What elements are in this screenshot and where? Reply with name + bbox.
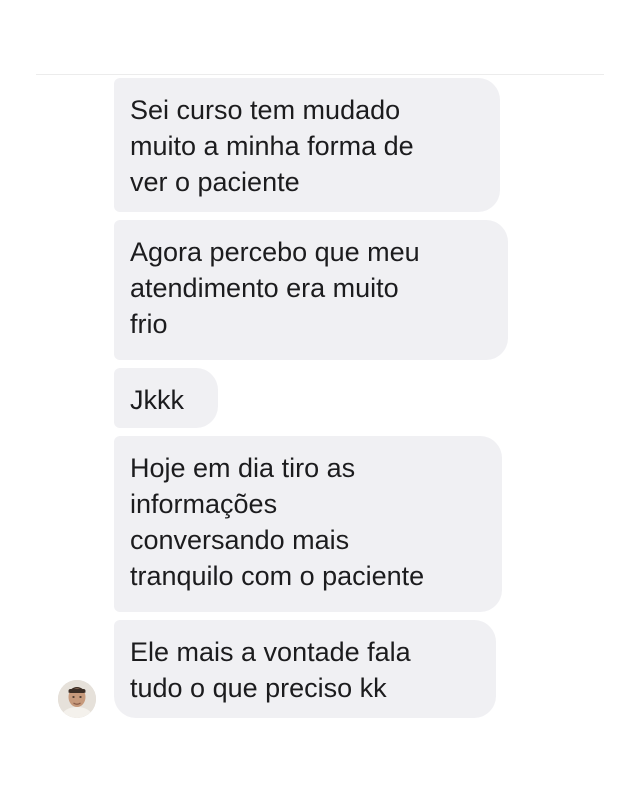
message-bubble[interactable]: Ele mais a vontade fala tudo o que preci… bbox=[114, 620, 496, 718]
sender-avatar[interactable] bbox=[58, 680, 96, 718]
top-divider bbox=[36, 74, 604, 75]
avatar-icon bbox=[58, 680, 96, 718]
message-bubble[interactable]: Agora percebo que meu atendimento era mu… bbox=[114, 220, 508, 360]
message-bubble[interactable]: Jkkk bbox=[114, 368, 218, 428]
message-bubble[interactable]: Hoje em dia tiro as informações conversa… bbox=[114, 436, 502, 612]
message-bubble[interactable]: Sei curso tem mudado muito a minha forma… bbox=[114, 78, 500, 212]
